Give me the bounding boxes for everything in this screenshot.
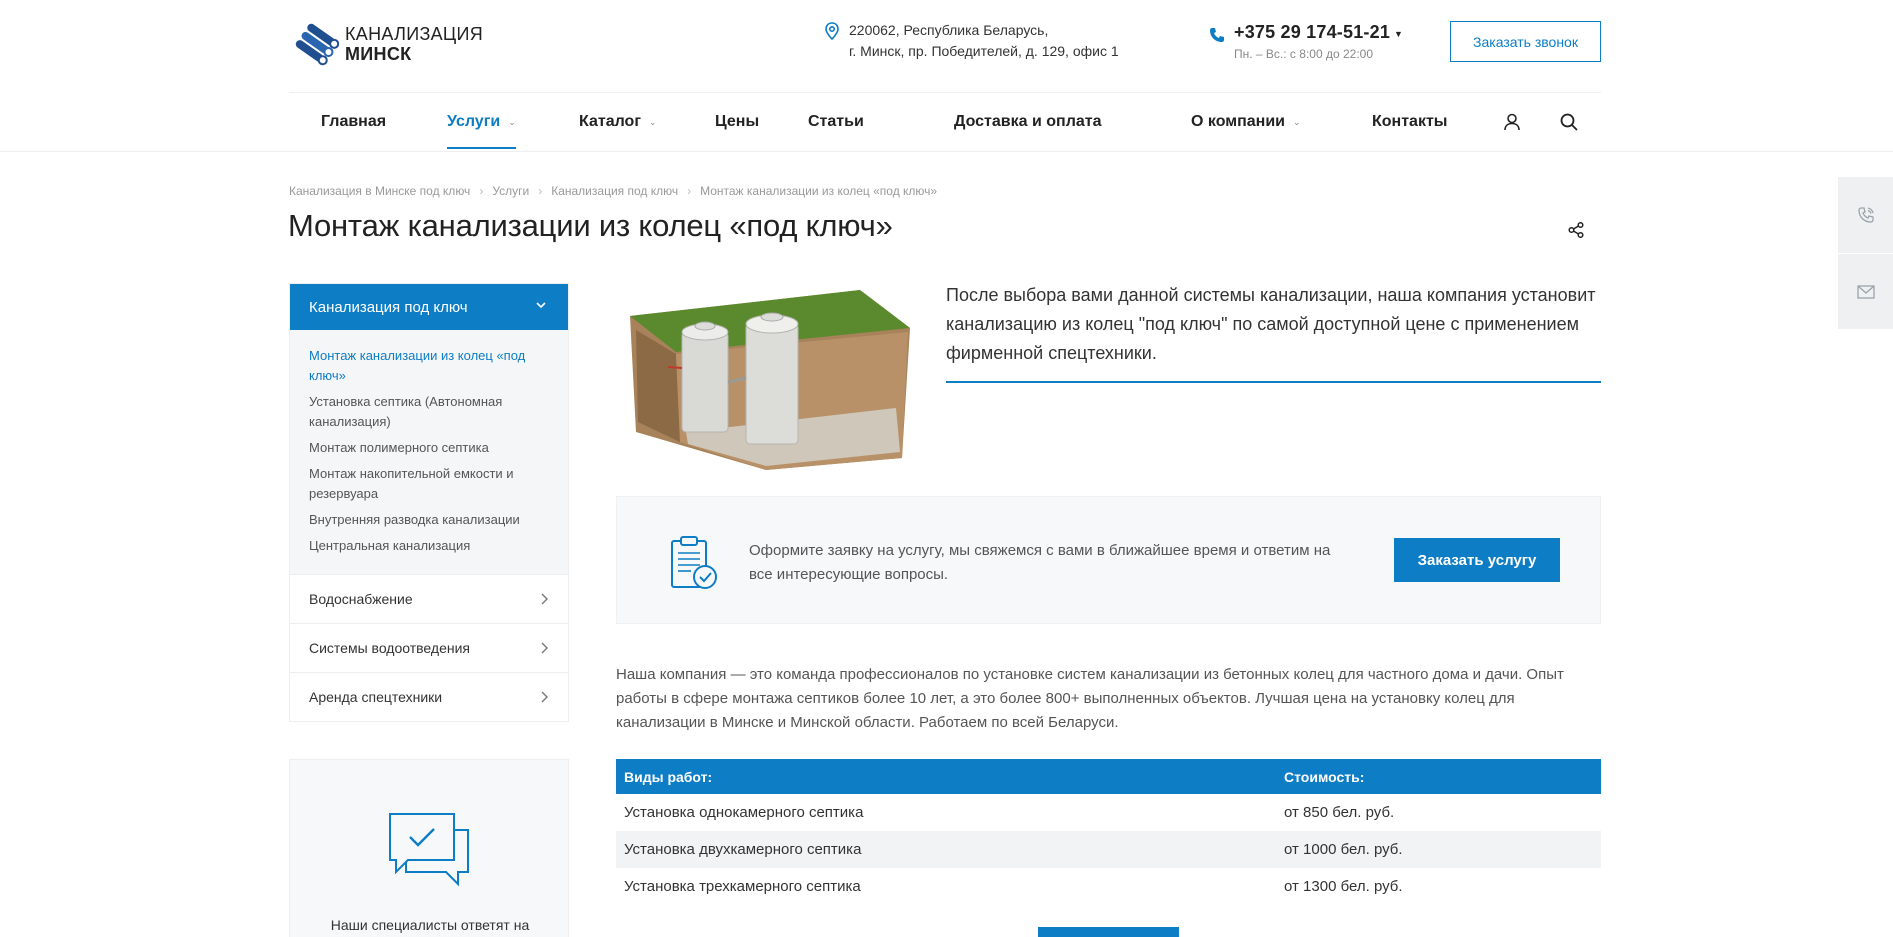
nav-prices[interactable]: Цены — [715, 93, 759, 151]
table-row: Установка трехкамерного септика от 1300 … — [616, 868, 1601, 905]
sidebar-submenu: Монтаж канализации из колец «под ключ» У… — [290, 330, 568, 574]
phone-caret-icon[interactable]: ▼ — [1394, 29, 1403, 39]
sidebar-subitem[interactable]: Монтаж канализации из колец «под ключ» — [309, 346, 549, 386]
float-call-button[interactable] — [1838, 177, 1893, 252]
callback-button[interactable]: Заказать звонок — [1450, 21, 1601, 62]
breadcrumb-separator: › — [479, 184, 484, 198]
nav-label: Контакты — [1372, 113, 1448, 130]
sidebar-item-label: Аренда спецтехники — [309, 689, 443, 705]
phone-call-icon — [1857, 206, 1874, 223]
sidebar-head[interactable]: Канализация под ключ — [290, 284, 568, 330]
sidebar-head-label: Канализация под ключ — [309, 298, 468, 316]
location-pin-icon — [825, 22, 839, 40]
chevron-right-icon — [541, 642, 548, 654]
nav-home[interactable]: Главная — [321, 93, 386, 151]
sidebar-subitem[interactable]: Установка септика (Автономная канализаци… — [309, 392, 549, 432]
phone-block: +375 29 174-51-21 ▼ Пн. – Вс.: с 8:00 до … — [1209, 22, 1409, 61]
breadcrumb-item[interactable]: Канализация в Минске под ключ — [289, 184, 470, 198]
nav-label: Каталог — [579, 113, 641, 130]
chevron-right-icon — [541, 593, 548, 605]
table-header-row: Виды работ: Стоимость: — [616, 759, 1601, 794]
logo-line2: МИНСК — [345, 44, 412, 64]
sidebar-item-water-supply[interactable]: Водоснабжение — [290, 574, 568, 623]
user-icon[interactable] — [1502, 112, 1522, 132]
chevron-down-icon: ⌄ — [508, 116, 516, 127]
address-block: 220062, Республика Беларусь, г. Минск, п… — [824, 20, 1154, 62]
phone-icon — [1210, 28, 1224, 42]
phone-number[interactable]: +375 29 174-51-21 — [1234, 22, 1390, 42]
table-cell: от 850 бел. руб. — [1284, 804, 1395, 821]
help-box: Наши специалисты ответят на — [289, 759, 569, 937]
order-text: Оформите заявку на услугу, мы свяжемся с… — [749, 542, 1331, 583]
page-title: Монтаж канализации из колец «под ключ» — [288, 208, 893, 243]
chevron-down-icon: ⌄ — [648, 116, 657, 127]
mail-icon — [1856, 284, 1875, 299]
chevron-down-icon: ⌄ — [1292, 116, 1301, 127]
nav-label: Статьи — [808, 113, 864, 130]
chevron-right-icon — [541, 691, 548, 703]
nav-label: Услуги — [447, 113, 501, 130]
nav-articles[interactable]: Статьи — [808, 93, 864, 151]
nav-delivery[interactable]: Доставка и оплата — [954, 93, 1102, 151]
site-header: КАНАЛИЗАЦИЯ МИНСК 220062, Республика Бел… — [0, 0, 1893, 92]
intro-text: После выбора вами данной системы канализ… — [946, 281, 1601, 383]
nav-about[interactable]: О компании ⌄ — [1191, 93, 1301, 151]
table-cell: от 1300 бел. руб. — [1284, 878, 1403, 895]
breadcrumb-item[interactable]: Канализация под ключ — [551, 184, 678, 198]
order-service-button[interactable]: Заказать услугу — [1394, 538, 1560, 582]
help-text: Наши специалисты ответят на — [330, 917, 530, 933]
floating-contact-panel — [1838, 177, 1893, 329]
table-header: Виды работ: — [616, 759, 1276, 794]
breadcrumb-separator: › — [538, 184, 543, 198]
sidebar-item-drainage[interactable]: Системы водоотведения — [290, 623, 568, 672]
float-mail-button[interactable] — [1838, 254, 1893, 329]
description-text: Наша компания — это команда профессионал… — [616, 666, 1564, 731]
sidebar-subitem[interactable]: Монтаж накопительной емкости и резервуар… — [309, 464, 549, 504]
table-cell: Установка двухкамерного септика — [616, 831, 1276, 868]
sidebar-subitem[interactable]: Внутренняя разводка канализации — [309, 510, 549, 530]
sidebar-item-label: Системы водоотведения — [309, 640, 470, 656]
address-line2: г. Минск, пр. Победителей, д. 129, офис … — [849, 43, 1119, 59]
nav-label: Главная — [321, 113, 387, 130]
table-cell: Установка трехкамерного септика — [624, 878, 861, 895]
breadcrumb-current: Монтаж канализации из колец «под ключ» — [700, 184, 938, 198]
table-cell: от 1000 бел. руб. — [1276, 831, 1601, 868]
nav-services[interactable]: Услуги ⌄ — [447, 93, 516, 151]
table-row: Установка однокамерного септика от 850 б… — [616, 794, 1601, 831]
nav-label: О компании — [1191, 113, 1285, 130]
clipboard-check-icon — [671, 536, 717, 589]
chevron-down-icon — [536, 302, 546, 309]
order-service-box: Оформите заявку на услугу, мы свяжемся с… — [616, 496, 1601, 624]
breadcrumb-item[interactable]: Услуги — [492, 184, 529, 198]
sidebar-menu: Канализация под ключ Монтаж канализации … — [289, 283, 569, 722]
main-nav: Главная Услуги ⌄ Каталог ⌄ Цены Статьи Дос… — [289, 93, 1601, 151]
search-icon[interactable] — [1559, 112, 1579, 132]
logo-line1: КАНАЛИЗАЦИЯ — [345, 24, 484, 44]
nav-label: Цены — [715, 113, 760, 130]
table-cell: Установка однокамерного септика — [624, 804, 864, 821]
sidebar-subitem[interactable]: Центральная канализация — [309, 536, 549, 556]
address-line1: 220062, Республика Беларусь, — [849, 22, 1049, 38]
nav-contacts[interactable]: Контакты — [1372, 93, 1447, 151]
share-icon[interactable] — [1567, 221, 1585, 239]
sidebar-item-equipment-rent[interactable]: Аренда спецтехники — [290, 672, 568, 721]
breadcrumb-separator: › — [687, 184, 692, 198]
logo-pipes-icon — [295, 23, 339, 66]
septic-rings-image — [630, 290, 910, 470]
sidebar-item-label: Водоснабжение — [309, 591, 413, 607]
site-logo[interactable]: КАНАЛИЗАЦИЯ МИНСК — [295, 20, 495, 68]
nav-catalog[interactable]: Каталог ⌄ — [579, 93, 657, 151]
nav-label: Доставка и оплата — [954, 113, 1102, 130]
sidebar-subitem[interactable]: Монтаж полимерного септика — [309, 438, 549, 458]
table-header: Стоимость: — [1276, 759, 1601, 794]
table-row: Установка двухкамерного септика от 1000 … — [616, 831, 1601, 868]
price-table: Виды работ: Стоимость: Установка однокам… — [616, 759, 1601, 905]
nav-divider — [0, 151, 1893, 152]
partially-visible-button[interactable] — [1038, 927, 1179, 937]
chat-check-icon — [389, 813, 469, 887]
breadcrumb: Канализация в Минске под ключ › Услуги › Кан… — [289, 184, 937, 198]
working-hours: Пн. – Вс.: с 8:00 до 22:00 — [1234, 47, 1373, 61]
